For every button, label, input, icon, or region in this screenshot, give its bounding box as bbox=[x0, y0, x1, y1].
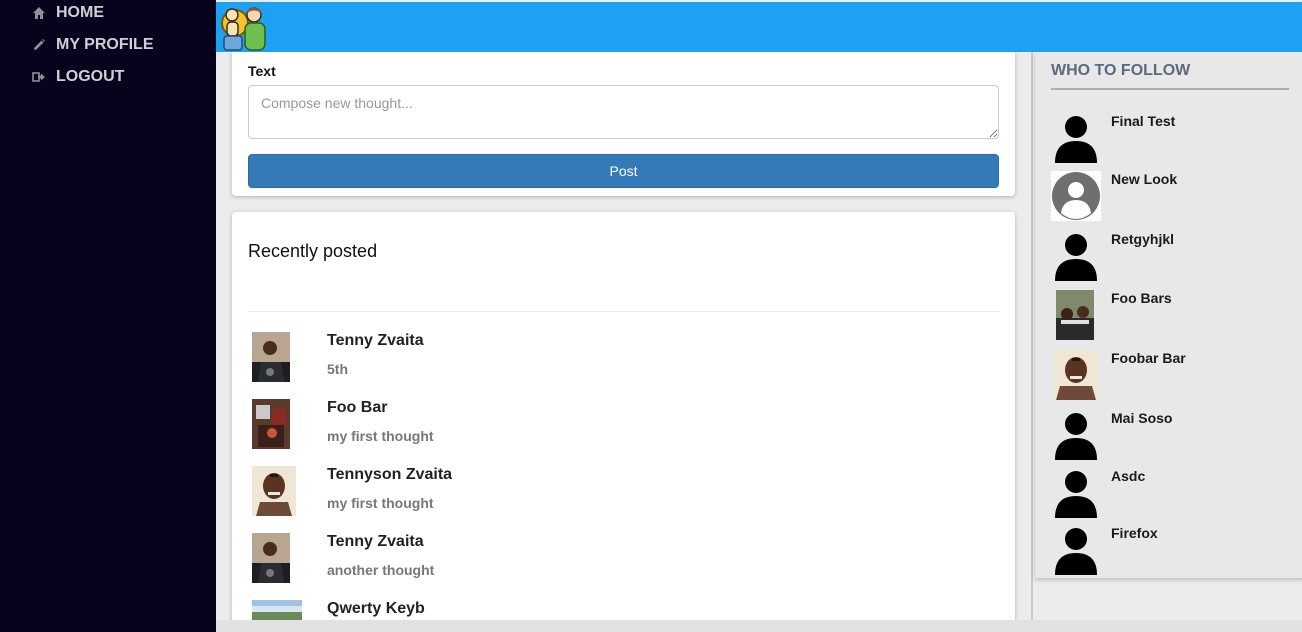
post-author[interactable]: Tenny Zvaita bbox=[327, 533, 424, 551]
follow-user-name[interactable]: Foo Bars bbox=[1111, 290, 1172, 306]
feed-title: Recently posted bbox=[248, 241, 378, 261]
sidebar: HOME MY PROFILE LOGOUT bbox=[0, 0, 216, 632]
sidebar-item-label: HOME bbox=[56, 4, 104, 21]
feed-divider bbox=[248, 311, 999, 312]
post-item: Tenny Zvaita another thought bbox=[248, 533, 999, 593]
pencil-icon bbox=[32, 38, 46, 52]
who-to-follow-panel: WHO TO FOLLOW Final Test New Look Retgyh… bbox=[1035, 52, 1302, 578]
post-item: Qwerty Keyb bbox=[248, 600, 999, 620]
post-text: my first thought bbox=[327, 495, 434, 511]
follow-user[interactable]: Retgyhjkl bbox=[1051, 231, 1291, 287]
sidebar-item-logout[interactable]: LOGOUT bbox=[32, 68, 124, 86]
post-author[interactable]: Tennyson Zvaita bbox=[327, 466, 452, 484]
compose-card: Text Post bbox=[232, 52, 1015, 196]
follow-user-name[interactable]: Foobar Bar bbox=[1111, 350, 1186, 366]
post-text: my first thought bbox=[327, 428, 434, 444]
silhouette-avatar-icon bbox=[1051, 113, 1101, 163]
right-column: WHO TO FOLLOW Final Test New Look Retgyh… bbox=[1031, 52, 1302, 620]
post-item: Tennyson Zvaita my first thought bbox=[248, 466, 999, 526]
logout-icon bbox=[32, 70, 46, 84]
main-column: Text Post Recently posted Tenny Zvaita 5… bbox=[216, 52, 1032, 620]
follow-user-name[interactable]: New Look bbox=[1111, 171, 1177, 187]
follow-user[interactable]: Firefox bbox=[1051, 525, 1291, 581]
compose-label: Text bbox=[248, 63, 276, 79]
silhouette-avatar-icon bbox=[1051, 410, 1101, 460]
post-author-photo[interactable] bbox=[252, 466, 296, 516]
follow-user-name[interactable]: Final Test bbox=[1111, 113, 1175, 129]
post-button[interactable]: Post bbox=[248, 154, 999, 188]
horizontal-scrollbar[interactable] bbox=[216, 620, 1302, 632]
post-item: Foo Bar my first thought bbox=[248, 399, 999, 459]
silhouette-avatar-icon bbox=[1051, 468, 1101, 518]
follow-user-name[interactable]: Firefox bbox=[1111, 525, 1158, 541]
silhouette-avatar-icon bbox=[1051, 525, 1101, 575]
user-photo-avatar bbox=[1051, 290, 1101, 340]
post-author[interactable]: Qwerty Keyb bbox=[327, 600, 425, 618]
sidebar-item-home[interactable]: HOME bbox=[32, 4, 104, 22]
sidebar-item-my-profile[interactable]: MY PROFILE bbox=[32, 36, 154, 54]
follow-user-name[interactable]: Mai Soso bbox=[1111, 410, 1172, 426]
post-author-photo[interactable] bbox=[252, 600, 302, 620]
post-author-photo[interactable] bbox=[252, 533, 290, 583]
silhouette-avatar-icon bbox=[1051, 231, 1101, 281]
home-icon bbox=[32, 6, 46, 20]
follow-divider bbox=[1051, 88, 1289, 90]
follow-user-name[interactable]: Retgyhjkl bbox=[1111, 231, 1174, 247]
feed-card: Recently posted Tenny Zvaita 5th Foo Bar… bbox=[232, 212, 1015, 620]
post-item: Tenny Zvaita 5th bbox=[248, 332, 999, 392]
sidebar-item-label: MY PROFILE bbox=[56, 36, 154, 53]
top-bar bbox=[216, 2, 1302, 52]
post-text: another thought bbox=[327, 562, 435, 578]
sidebar-item-label: LOGOUT bbox=[56, 68, 125, 85]
default-user-avatar-icon bbox=[1051, 171, 1101, 221]
compose-input[interactable] bbox=[248, 85, 999, 139]
follow-user[interactable]: New Look bbox=[1051, 171, 1291, 227]
follow-user[interactable]: Foo Bars bbox=[1051, 290, 1291, 346]
post-author-photo[interactable] bbox=[252, 332, 290, 382]
follow-user[interactable]: Foobar Bar bbox=[1051, 350, 1291, 406]
follow-user-name[interactable]: Asdc bbox=[1111, 468, 1145, 484]
post-author[interactable]: Foo Bar bbox=[327, 399, 387, 417]
people-logo-icon[interactable] bbox=[218, 2, 268, 52]
follow-user[interactable]: Mai Soso bbox=[1051, 410, 1291, 466]
follow-user[interactable]: Asdc bbox=[1051, 468, 1291, 524]
who-to-follow-heading: WHO TO FOLLOW bbox=[1051, 62, 1191, 79]
post-author-photo[interactable] bbox=[252, 399, 290, 449]
post-author[interactable]: Tenny Zvaita bbox=[327, 332, 424, 350]
user-photo-avatar bbox=[1051, 350, 1101, 400]
post-text: 5th bbox=[327, 361, 348, 377]
follow-user[interactable]: Final Test bbox=[1051, 113, 1291, 169]
